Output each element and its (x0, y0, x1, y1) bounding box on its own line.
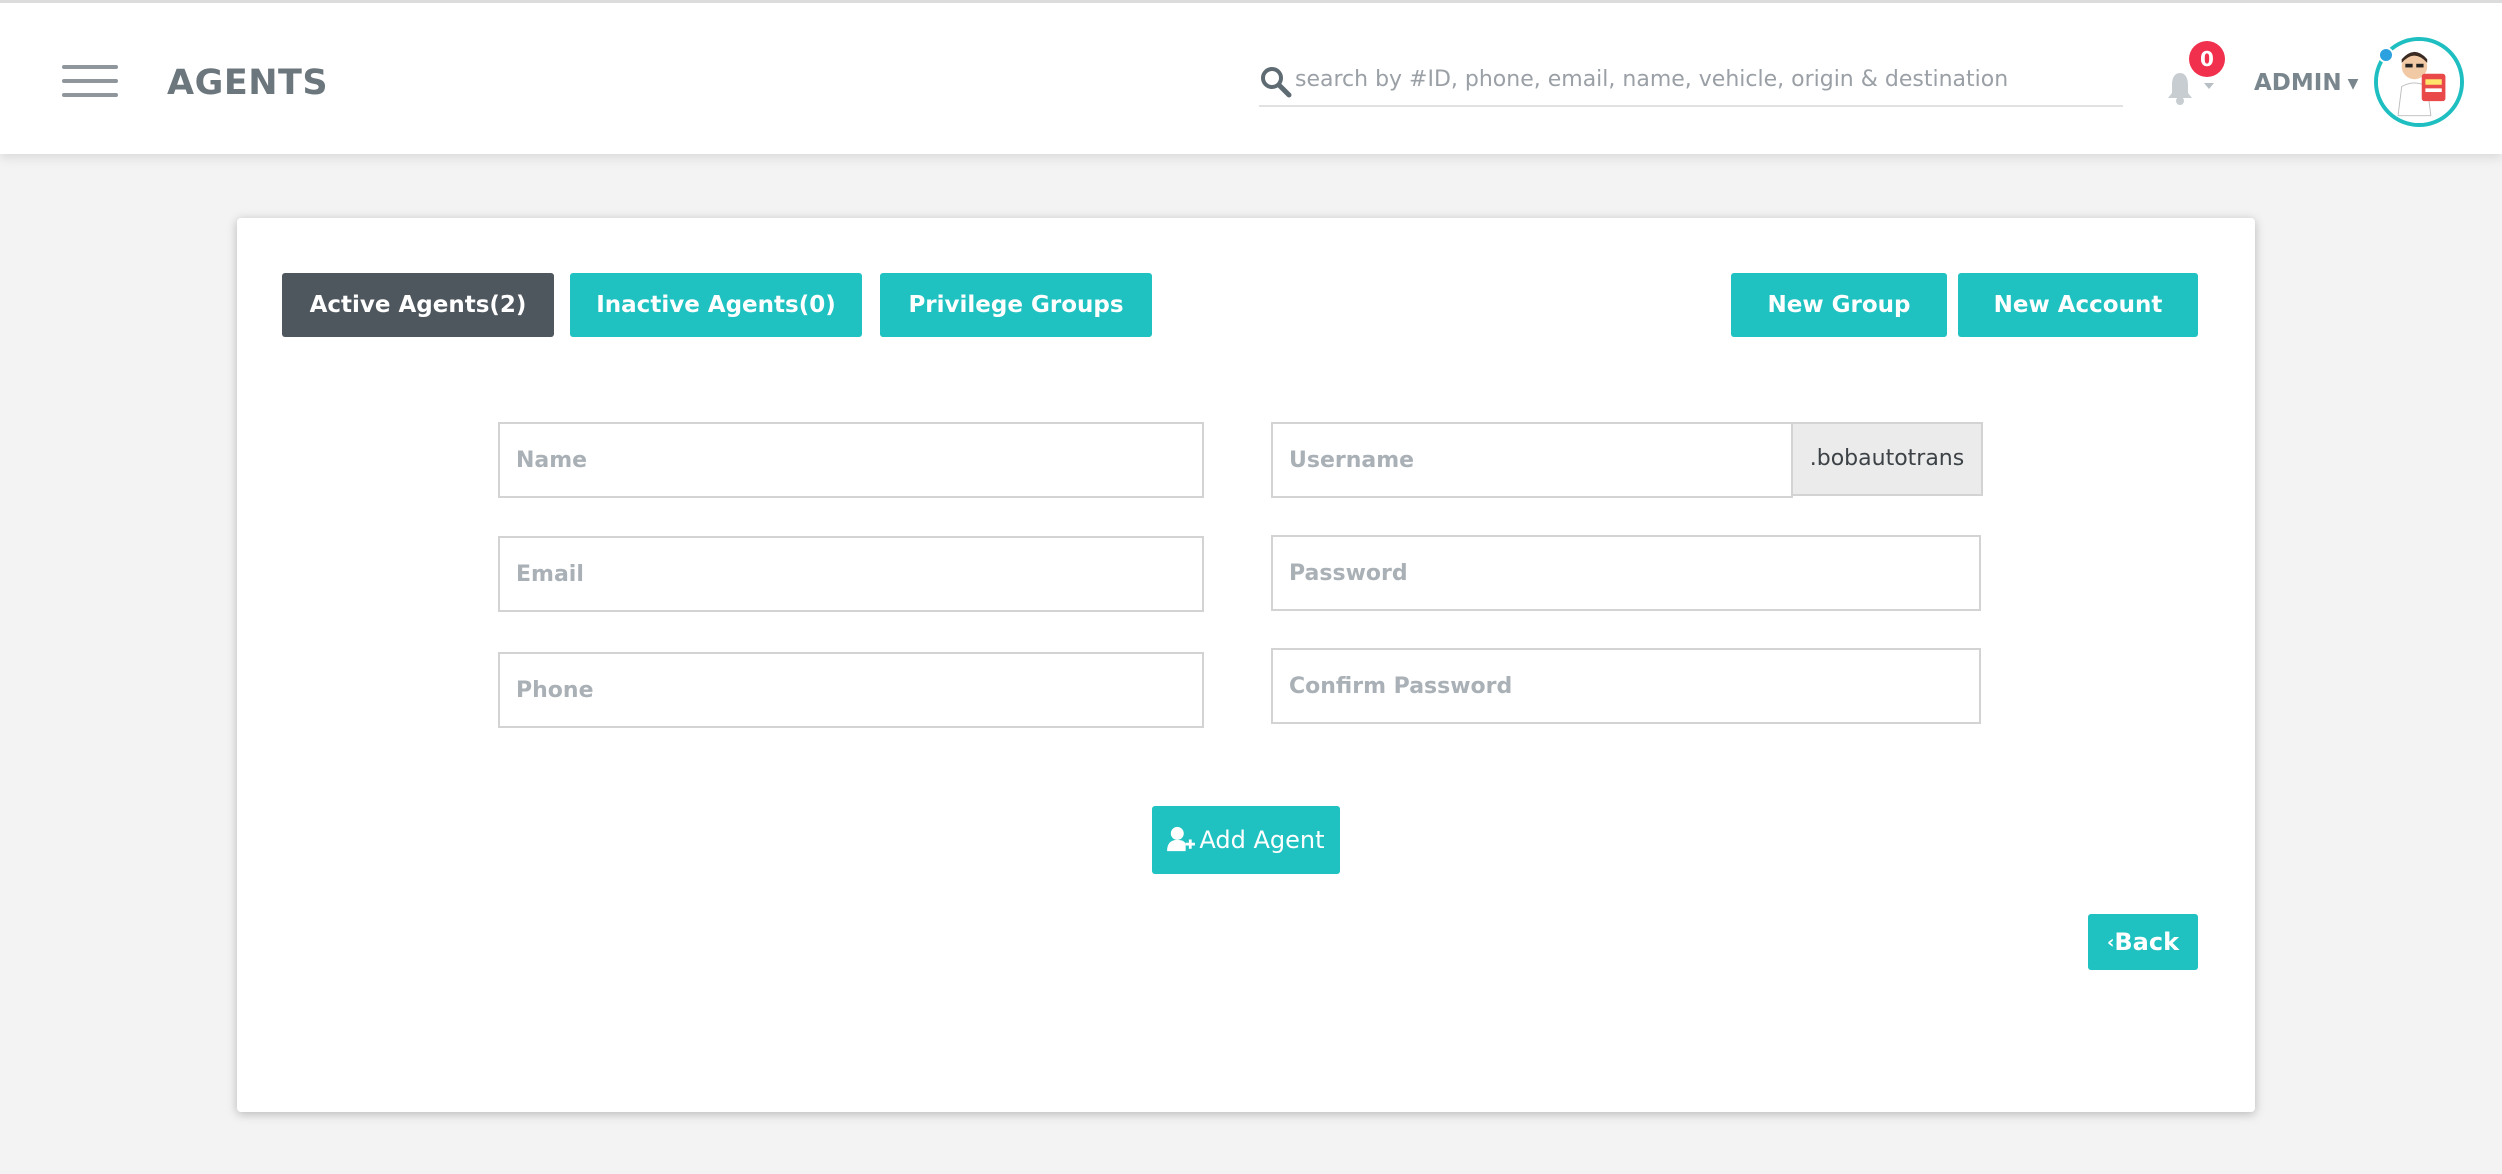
notification-badge: 0 (2189, 41, 2225, 77)
search-input[interactable] (1295, 61, 2115, 97)
username-suffix: .bobautotrans (1791, 422, 1983, 496)
user-label: ADMIN (2254, 70, 2342, 96)
new-group-button[interactable]: New Group (1731, 273, 1947, 337)
agents-card: Active Agents(2) Inactive Agents(0) Priv… (237, 218, 2255, 1112)
menu-icon[interactable] (62, 65, 118, 99)
tab-active-agents[interactable]: Active Agents(2) (282, 273, 554, 337)
top-bar: AGENTS 0 ADMIN ▼ (0, 0, 2502, 154)
search-bar (1259, 55, 2123, 107)
user-plus-icon (1167, 826, 1196, 852)
back-label: Back (2114, 928, 2180, 956)
user-menu[interactable]: ADMIN ▼ (2254, 67, 2358, 99)
add-agent-label: Add Agent (1199, 826, 1325, 854)
email-input[interactable] (500, 538, 1202, 610)
tab-privilege-groups[interactable]: Privilege Groups (880, 273, 1152, 337)
name-field (498, 422, 1204, 498)
page-title: AGENTS (167, 63, 329, 103)
new-account-button[interactable]: New Account (1958, 273, 2198, 337)
confirm-password-input[interactable] (1273, 650, 1979, 722)
username-input[interactable] (1273, 424, 1791, 496)
email-field (498, 536, 1204, 612)
name-input[interactable] (500, 424, 1202, 496)
phone-input[interactable] (500, 654, 1202, 726)
tab-inactive-agents[interactable]: Inactive Agents(0) (570, 273, 862, 337)
add-agent-button[interactable]: Add Agent (1152, 806, 1340, 874)
confirm-password-field (1271, 648, 1981, 724)
search-icon (1261, 67, 1292, 98)
chevron-down-icon: ▼ (2347, 75, 2359, 92)
phone-field (498, 652, 1204, 728)
username-field (1271, 422, 1793, 498)
password-field (1271, 535, 1981, 611)
online-status-dot (2378, 47, 2394, 63)
password-input[interactable] (1273, 537, 1979, 609)
back-button[interactable]: ‹Back (2088, 914, 2198, 970)
